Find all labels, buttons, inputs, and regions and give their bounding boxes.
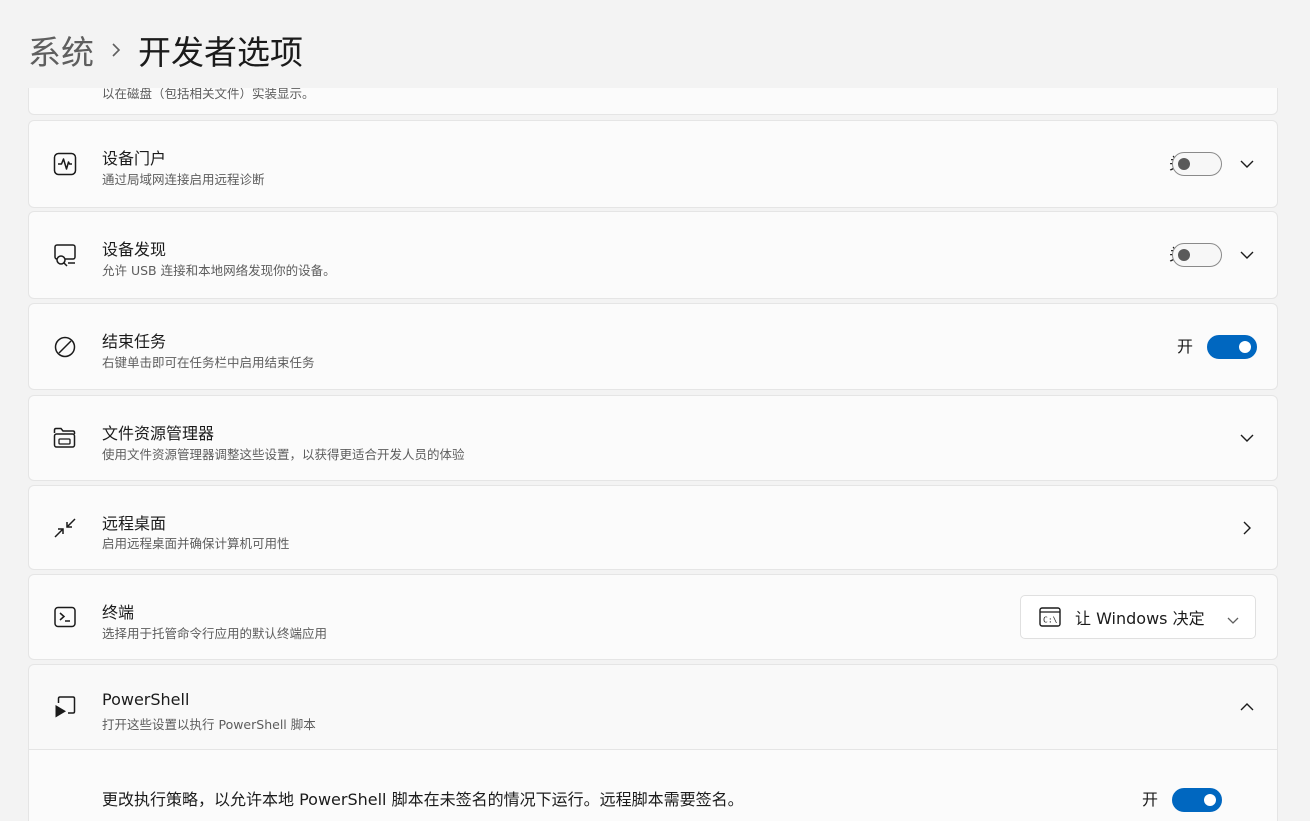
- pulse-icon: [51, 150, 79, 178]
- chevron-up-icon[interactable]: [1237, 697, 1257, 717]
- setting-title: 结束任务: [102, 332, 167, 351]
- clipped-setting-card[interactable]: 以在磁盘（包括相关文件）实装显示。: [28, 88, 1278, 115]
- end-task-toggle[interactable]: [1207, 334, 1257, 359]
- setting-description: 打开这些设置以执行 PowerShell 脚本: [102, 717, 316, 732]
- settings-page: 系统 开发者选项 以在磁盘（包括相关文件）实装显示。 设备门户 通过局域网连接启…: [0, 0, 1310, 821]
- setting-title: 设备发现: [102, 240, 167, 259]
- execution-policy-toggle[interactable]: [1172, 787, 1222, 812]
- setting-description: 选择用于托管命令行应用的默认终端应用: [102, 626, 328, 641]
- device-portal-toggle[interactable]: [1172, 152, 1222, 176]
- setting-remote-desktop[interactable]: 远程桌面 启用远程桌面并确保计算机可用性: [28, 485, 1278, 570]
- chevron-down-icon[interactable]: [1237, 245, 1257, 265]
- chevron-down-icon[interactable]: [1237, 428, 1257, 448]
- chevron-down-icon: [1227, 611, 1239, 624]
- setting-description: 使用文件资源管理器调整这些设置，以获得更适合开发人员的体验: [102, 447, 465, 462]
- console-icon: C:\: [1039, 606, 1061, 628]
- toggle-knob: [1204, 793, 1216, 806]
- setting-description: 更改执行策略，以允许本地 PowerShell 脚本在未签名的情况下运行。远程脚…: [102, 789, 744, 809]
- setting-title: 终端: [102, 603, 135, 622]
- setting-title: 远程桌面: [102, 514, 167, 533]
- setting-file-explorer[interactable]: 文件资源管理器 使用文件资源管理器调整这些设置，以获得更适合开发人员的体验: [28, 395, 1278, 481]
- toggle-state-label: 开: [1141, 789, 1158, 809]
- dropdown-selected-value: 让 Windows 决定: [1075, 609, 1205, 628]
- chevron-right-icon[interactable]: [1237, 518, 1257, 538]
- folder-drive-icon: [51, 424, 79, 452]
- setting-description: 右键单击即可在任务栏中启用结束任务: [102, 355, 315, 370]
- device-search-icon: [51, 241, 79, 269]
- chevron-right-icon: [94, 28, 138, 72]
- page-title: 开发者选项: [138, 33, 303, 72]
- setting-device-discovery[interactable]: 设备发现 允许 USB 连接和本地网络发现你的设备。 关: [28, 211, 1278, 299]
- remote-desktop-icon: [51, 514, 79, 542]
- device-discovery-toggle[interactable]: [1172, 243, 1222, 267]
- toggle-knob: [1239, 340, 1251, 353]
- toggle-knob: [1178, 249, 1190, 261]
- powershell-execution-policy-row[interactable]: 更改执行策略，以允许本地 PowerShell 脚本在未签名的情况下运行。远程脚…: [28, 749, 1278, 821]
- chevron-down-icon[interactable]: [1237, 154, 1257, 174]
- terminal-icon: [51, 603, 79, 631]
- setting-terminal[interactable]: 终端 选择用于托管命令行应用的默认终端应用 C:\ 让 Windows 决定: [28, 574, 1278, 660]
- setting-title: 文件资源管理器: [102, 424, 215, 443]
- toggle-knob: [1178, 158, 1190, 170]
- toggle-state-label: 开: [1176, 336, 1193, 356]
- end-task-icon: [51, 333, 79, 361]
- breadcrumb-parent[interactable]: 系统: [28, 26, 94, 74]
- setting-powershell[interactable]: PowerShell 打开这些设置以执行 PowerShell 脚本: [28, 664, 1278, 750]
- setting-description: 通过局域网连接启用远程诊断: [102, 172, 265, 187]
- svg-text:C:\: C:\: [1043, 616, 1058, 625]
- powershell-icon: [51, 693, 79, 721]
- settings-list: 以在磁盘（包括相关文件）实装显示。 设备门户 通过局域网连接启用远程诊断 关: [0, 88, 1310, 821]
- breadcrumb: 系统 开发者选项: [28, 28, 303, 72]
- setting-device-portal[interactable]: 设备门户 通过局域网连接启用远程诊断 关: [28, 120, 1278, 208]
- setting-title: 设备门户: [102, 149, 167, 168]
- setting-description: 启用远程桌面并确保计算机可用性: [102, 536, 290, 551]
- setting-title: PowerShell: [102, 690, 190, 709]
- setting-end-task[interactable]: 结束任务 右键单击即可在任务栏中启用结束任务 开: [28, 303, 1278, 390]
- default-terminal-dropdown[interactable]: C:\ 让 Windows 决定: [1020, 595, 1256, 639]
- setting-description: 以在磁盘（包括相关文件）实装显示。: [102, 88, 315, 101]
- setting-description: 允许 USB 连接和本地网络发现你的设备。: [102, 263, 336, 278]
